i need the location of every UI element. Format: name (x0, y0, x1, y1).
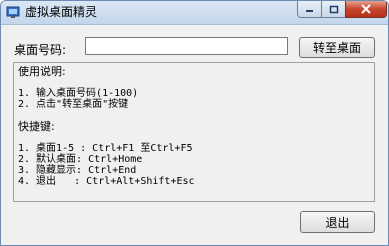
title-bar[interactable]: 虚拟桌面精灵 (1, 1, 388, 25)
shortcut-4: 4. 退出 : Ctrl+Alt+Shift+Esc (18, 176, 195, 187)
maximize-button[interactable] (321, 1, 346, 18)
usage-title: 使用说明: (18, 65, 66, 78)
client-area: 桌面号码: 转至桌面 使用说明: 1. 输入桌面号码(1-100) 2. 点击"转至… (1, 25, 388, 245)
main-window: 虚拟桌面精灵 桌面号码: 转至桌面 使用说明: 1. 输入桌面号码(1-100) 2… (0, 0, 389, 246)
goto-desktop-button[interactable]: 转至桌面 (299, 37, 375, 58)
shortcut-1: 1. 桌面1-5 : Ctrl+F1 至Ctrl+F5 (18, 143, 193, 154)
shortcut-title: 快捷键: (18, 120, 55, 133)
close-button[interactable] (345, 1, 387, 18)
app-icon (6, 6, 20, 18)
usage-step-2: 2. 点击"转至桌面"按键 (18, 99, 129, 110)
close-icon (361, 4, 371, 14)
window-title: 虚拟桌面精灵 (25, 5, 98, 19)
maximize-icon (329, 5, 338, 13)
minimize-icon (305, 10, 313, 12)
shortcut-2: 2. 默认桌面: Ctrl+Home (18, 154, 143, 165)
desktop-number-input[interactable] (85, 37, 288, 55)
minimize-button[interactable] (297, 1, 322, 18)
shortcut-3: 3. 隐藏显示: Ctrl+End (18, 165, 137, 176)
exit-button[interactable]: 退出 (300, 211, 375, 233)
usage-step-1: 1. 输入桌面号码(1-100) (18, 88, 139, 99)
help-text-box: 使用说明: 1. 输入桌面号码(1-100) 2. 点击"转至桌面"按键 快捷键: 1.… (13, 62, 375, 202)
desktop-number-label: 桌面号码: (14, 43, 67, 57)
